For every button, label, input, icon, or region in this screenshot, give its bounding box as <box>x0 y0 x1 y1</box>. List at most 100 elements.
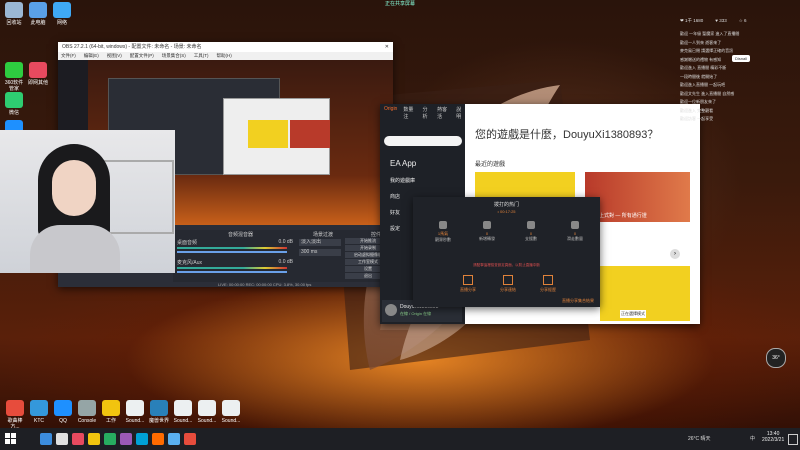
volume-slider[interactable] <box>177 251 287 253</box>
volume-slider[interactable] <box>177 271 287 273</box>
menu-item[interactable]: 帮助(H) <box>217 52 232 60</box>
chat-stat: ☆ 6 <box>738 18 747 23</box>
close-icon[interactable]: ✕ <box>385 42 389 52</box>
app-icon <box>102 400 120 416</box>
app-icon <box>222 400 240 416</box>
stat-tile: 0 支援數 <box>513 221 549 242</box>
stat-tile: 0 新增轉發 <box>469 221 505 242</box>
taskbar-weather[interactable]: 26°C 晴天 <box>688 435 711 442</box>
chat-stats: ❤ 1千 1680 ♥ 333 ☆ 6 <box>672 18 800 24</box>
obs-title-bar[interactable]: OBS 27.2.1 (64-bit, windows) - 配置文件: 未命名… <box>58 42 393 52</box>
origin-logo[interactable]: Origin <box>384 106 397 120</box>
taskbar-app-icon[interactable] <box>136 433 148 445</box>
origin-search[interactable] <box>384 136 462 146</box>
live-stats-popup[interactable]: 拨打的热门 • 00:17:25 1馬氣 觀眾秒數 0 新增轉發 0 支援數 0 滑走數量 請… <box>413 197 600 307</box>
desktop-icon[interactable]: 歌曲棒方... <box>4 400 26 430</box>
app-icon <box>5 92 23 108</box>
popup-footer[interactable]: 直播分享集合結果 <box>562 298 594 304</box>
menu-item[interactable]: 配置文件(P) <box>130 52 154 60</box>
app-icon <box>174 400 192 416</box>
menu-item[interactable]: 数量注 <box>403 106 416 120</box>
taskbar-app-icon[interactable] <box>72 433 84 445</box>
desktop-icon[interactable]: QQ <box>52 400 74 424</box>
app-icon <box>54 400 72 416</box>
desktop-icon[interactable]: Console <box>76 400 98 424</box>
desktop-icon[interactable]: KTC <box>28 400 50 424</box>
menu-item[interactable]: 视图(V) <box>107 52 122 60</box>
menu-item[interactable]: 场景集合(S) <box>162 52 186 60</box>
duration-input[interactable]: 300 ms <box>299 249 341 256</box>
desktop-icon[interactable]: 魔兽世界 <box>148 400 170 424</box>
menu-item[interactable]: 分析 <box>422 106 431 120</box>
notification-icon[interactable] <box>788 434 798 445</box>
desktop-icon[interactable]: 回收站 <box>3 2 25 26</box>
chat-message: 歡迎一位新朋友來了 <box>680 99 716 104</box>
app-icon <box>30 400 48 416</box>
taskbar-app-icon[interactable] <box>168 433 180 445</box>
desktop-icon[interactable]: 360软件管家 <box>3 62 25 92</box>
stat-icon <box>483 221 491 229</box>
desktop: 正在共享屏幕 回收站此电脑网络 360软件管家即网其他微信 QQ 歌曲棒方...KT… <box>0 0 800 450</box>
sidebar-item[interactable]: EA App <box>390 159 416 168</box>
action-button[interactable]: 直播分享 <box>453 275 483 293</box>
desktop-icon[interactable]: Sound... <box>196 400 218 424</box>
start-icon[interactable] <box>5 433 16 444</box>
game-card[interactable]: 正在選擇模式 <box>600 266 690 321</box>
menu-item[interactable]: 文件(F) <box>61 52 76 60</box>
stat-icon <box>439 221 447 229</box>
taskbar-app-icon[interactable] <box>152 433 164 445</box>
menu-item[interactable]: 說明 <box>456 106 465 120</box>
desktop-icon[interactable]: 此电脑 <box>27 2 49 26</box>
desktop-icon[interactable]: 工作 <box>100 400 122 424</box>
app-icon <box>29 2 47 18</box>
popup-notice: 請點擊這裡檢查設定頁面，以防止直播中斷 <box>473 263 540 267</box>
chat-message: 歡迎進入 直播間 精彩不斷 <box>680 65 727 70</box>
avatar <box>385 304 397 316</box>
share-icon <box>503 275 513 285</box>
taskbar-app-icon[interactable] <box>88 433 100 445</box>
game-card[interactable]: 地鐵上式對 — 所有通行證 <box>585 172 690 222</box>
obs-docks: 音频混音器 场景过渡 控件 桌面音频 0.0 dB 麦克风/Aux 0.0 dB… <box>173 230 393 282</box>
menu-item[interactable]: 工具(T) <box>194 52 209 60</box>
app-icon <box>198 400 216 416</box>
transition-header: 场景过渡 <box>313 232 334 238</box>
menu-item[interactable]: 编辑(E) <box>84 52 99 60</box>
taskbar-clock[interactable]: 13:40 2022/3/21 <box>762 431 784 443</box>
desktop-icon[interactable]: 网络 <box>51 2 73 26</box>
action-button[interactable]: 分享連結 <box>493 275 523 293</box>
obs-menu-bar: 文件(F) 编辑(E) 视图(V) 配置文件(P) 场景集合(S) 工具(T) 帮助(H) <box>58 52 393 60</box>
taskbar-app-icon[interactable] <box>120 433 132 445</box>
desktop-icon[interactable]: Sound... <box>172 400 194 424</box>
desktop-icon[interactable]: 微信 <box>3 92 25 116</box>
stat-tile: 1馬氣 觀眾秒數 <box>425 221 461 243</box>
desktop-icon[interactable]: 即网其他 <box>27 62 49 86</box>
taskbar-app-icon[interactable] <box>184 433 196 445</box>
desktop-icon[interactable]: Sound... <box>124 400 146 424</box>
desktop-icon[interactable]: Sound... <box>220 400 242 424</box>
taskbar-app-icon[interactable] <box>104 433 116 445</box>
mixer-row[interactable]: 麦克风/Aux 0.0 dB <box>175 259 295 277</box>
menu-item[interactable]: 熱客活 <box>437 106 450 120</box>
taskbar-lang[interactable]: 中 <box>750 435 755 442</box>
weather-widget[interactable]: 36° <box>766 348 786 368</box>
scroll-arrow-icon[interactable]: › <box>670 249 680 259</box>
chat-message: 歡迎進入直播間 一起玩吧 <box>680 82 726 87</box>
action-button[interactable]: 分享經歷 <box>533 275 563 293</box>
transition-select[interactable]: 淡入淡出 <box>299 239 341 246</box>
stat-icon <box>571 221 579 229</box>
preview-game-tile <box>248 120 288 148</box>
app-icon <box>53 2 71 18</box>
popup-title: 拨打的热门 <box>493 202 519 208</box>
origin-menu-bar: Origin 数量注 分析 熱客活 說明 <box>384 106 465 120</box>
sidebar-item[interactable]: 我的遊戲庫 <box>390 177 416 184</box>
chat-stat: ❤ 1千 1680 <box>680 18 704 23</box>
stat-icon <box>527 221 535 229</box>
chat-message: 歡迎文先生 進入直播間 自然感 <box>680 90 735 96</box>
volume-meter <box>177 267 287 269</box>
taskbar-app-icon[interactable] <box>56 433 68 445</box>
mixer-row[interactable]: 桌面音频 0.0 dB <box>175 239 295 257</box>
chat-message: 歡迎 一年級 聖魔家 進入了直播間 <box>680 31 740 36</box>
taskbar-app-icon[interactable] <box>40 433 52 445</box>
preview-game-tile <box>290 120 330 148</box>
volume-meter <box>177 247 287 249</box>
